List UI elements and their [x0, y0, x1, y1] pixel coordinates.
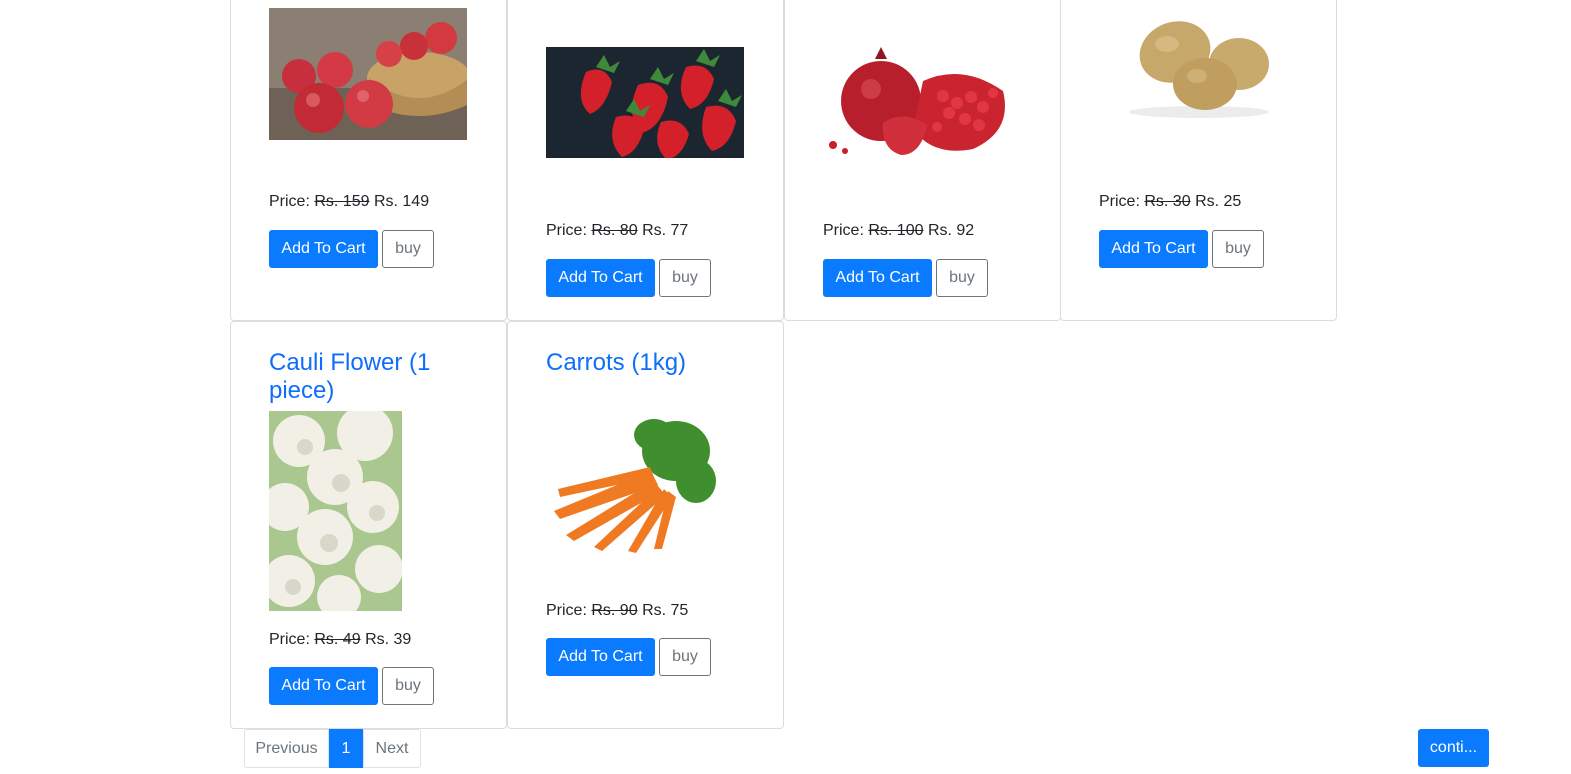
page-1-link[interactable]: 1 [329, 729, 363, 768]
pagination: Previous 1 Next [244, 729, 421, 768]
new-price: Rs. 77 [642, 222, 689, 239]
product-card: Price: Rs. 159 Rs. 149 Add To Cart buy [230, 0, 507, 321]
continue-button[interactable]: conti... [1418, 729, 1489, 767]
pomegranate-image [823, 41, 1021, 169]
buy-button[interactable]: buy [659, 259, 711, 297]
product-card: Cauli Flower (1 piece) Price: Rs. 49 Rs.… [230, 321, 507, 729]
old-price: Rs. 80 [591, 222, 638, 239]
old-price: Rs. 49 [314, 631, 361, 648]
price-label: Price: [823, 222, 864, 239]
carrots-image [546, 411, 716, 555]
new-price: Rs. 92 [927, 222, 975, 239]
buy-button[interactable]: buy [659, 638, 711, 676]
product-card: Carrots (1kg) Price: Rs. 90 Rs. 75 Add T… [507, 321, 784, 729]
product-title[interactable]: Cauli Flower (1 piece) [269, 349, 469, 405]
add-to-cart-button[interactable]: Add To Cart [546, 638, 655, 676]
price-label: Price: [546, 602, 587, 619]
add-to-cart-button[interactable]: Add To Cart [823, 259, 932, 297]
old-price: Rs. 30 [1144, 193, 1191, 210]
new-price: Rs. 39 [365, 631, 412, 648]
old-price: Rs. 90 [591, 602, 638, 619]
add-to-cart-button[interactable]: Add To Cart [1099, 230, 1208, 268]
buy-button[interactable]: buy [936, 259, 988, 297]
product-card: Price: Rs. 30 Rs. 25 Add To Cart buy [1060, 0, 1337, 321]
buy-button[interactable]: buy [382, 667, 434, 705]
price-text: Price: Rs. 49 Rs. 39 [269, 630, 411, 650]
add-to-cart-button[interactable]: Add To Cart [269, 667, 378, 705]
potatoes-image [1099, 8, 1297, 120]
add-to-cart-button[interactable]: Add To Cart [269, 230, 378, 268]
price-text: Price: Rs. 159 Rs. 149 [269, 192, 429, 212]
cauliflower-image [269, 411, 402, 611]
price-label: Price: [1099, 193, 1140, 210]
price-label: Price: [269, 631, 310, 648]
new-price: Rs. 25 [1195, 193, 1242, 210]
strawberries-image [546, 47, 744, 158]
new-price: Rs. 149 [373, 193, 430, 210]
price-text: Price: Rs. 100 Rs. 92 [823, 221, 974, 241]
new-price: Rs. 75 [642, 602, 689, 619]
price-text: Price: Rs. 80 Rs. 77 [546, 221, 688, 241]
old-price: Rs. 100 [868, 222, 924, 239]
next-page-link[interactable]: Next [363, 729, 421, 768]
add-to-cart-button[interactable]: Add To Cart [546, 259, 655, 297]
product-card: Price: Rs. 100 Rs. 92 Add To Cart buy [784, 0, 1061, 321]
buy-button[interactable]: buy [1212, 230, 1264, 268]
product-card: Price: Rs. 80 Rs. 77 Add To Cart buy [507, 0, 784, 321]
previous-page-link[interactable]: Previous [244, 729, 329, 768]
apples-image [269, 8, 467, 140]
price-text: Price: Rs. 90 Rs. 75 [546, 601, 688, 621]
old-price: Rs. 159 [314, 193, 370, 210]
product-title[interactable]: Carrots (1kg) [546, 349, 746, 377]
buy-button[interactable]: buy [382, 230, 434, 268]
price-label: Price: [546, 222, 587, 239]
price-label: Price: [269, 193, 310, 210]
price-text: Price: Rs. 30 Rs. 25 [1099, 192, 1241, 212]
